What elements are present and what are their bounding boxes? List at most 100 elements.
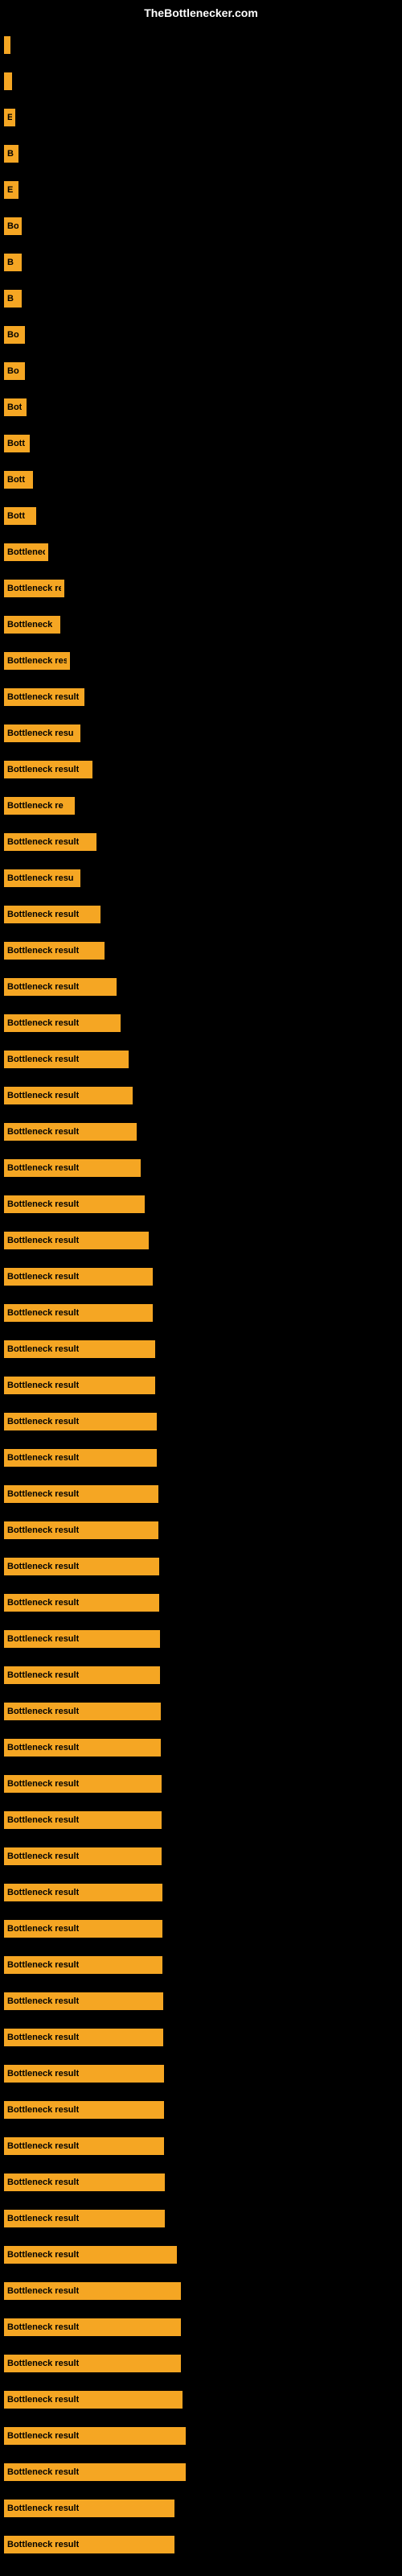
bar-label: E <box>7 113 12 122</box>
bar-item: Bottleneck result <box>4 2137 164 2155</box>
bar-item: Bott <box>4 471 33 489</box>
site-title: TheBottlenecker.com <box>144 6 258 19</box>
bar-item: Bottleneck result <box>4 2391 183 2409</box>
bar-label: Bot <box>7 402 22 412</box>
bar-item: Bottleneck result <box>4 978 117 996</box>
bar-item: Bottleneck result <box>4 1847 162 1865</box>
bar-label: Bottleneck result <box>7 2105 79 2115</box>
bar-label: Bottleneck result <box>7 1055 79 1064</box>
bar-label: Bottleneck result <box>7 1815 79 1825</box>
bar-label: Bottleneck result <box>7 1562 79 1571</box>
bar-label: Bottleneck result <box>7 2141 79 2151</box>
bar-label: Bottleneck result <box>7 1598 79 1608</box>
bar-item: Bottleneck result <box>4 1666 160 1684</box>
bar-item: Bottleneck result <box>4 2427 186 2445</box>
bar-item: Bottlenec <box>4 543 48 561</box>
bar-label: Bottleneck result <box>7 1308 79 1318</box>
bar-item: Bottleneck result <box>4 833 96 851</box>
bar-label: Bo <box>7 330 19 340</box>
bar-label: Bottleneck result <box>7 1018 79 1028</box>
bar-label: Bottleneck result <box>7 1525 79 1535</box>
bar-label: Bottleneck result <box>7 1996 79 2006</box>
bar-item: Bott <box>4 507 36 525</box>
bar-item: Bottleneck result <box>4 2500 174 2517</box>
bar-label: Bottleneck result <box>7 2069 79 2079</box>
bar-label: Bott <box>7 475 25 485</box>
bar-label: Bottleneck result <box>7 1924 79 1934</box>
bar-label: Bottleneck result <box>7 1779 79 1789</box>
bar-item: Bottleneck result <box>4 1449 157 1467</box>
bar-item: Bo <box>4 326 25 344</box>
bar-item <box>4 72 12 90</box>
bar-label: Bottleneck result <box>7 1272 79 1282</box>
bar-item: B <box>4 145 18 163</box>
bar-item: Bottleneck result <box>4 2029 163 2046</box>
bar-item: Bottleneck resu <box>4 724 80 742</box>
bar-label: Bottleneck result <box>7 2540 79 2549</box>
bar-label: E <box>7 185 13 195</box>
bar-item: Bottleneck result <box>4 1594 159 1612</box>
bar-label: Bottleneck result <box>7 1236 79 1245</box>
bar-label: Bottleneck <box>7 620 52 630</box>
bar-item: Bottleneck result <box>4 2282 181 2300</box>
bar-item: Bottleneck result <box>4 1703 161 1720</box>
bar-label: Bottleneck result <box>7 910 79 919</box>
bar-label: Bottleneck result <box>7 1199 79 1209</box>
bar-label: Bottleneck result <box>7 1670 79 1680</box>
bar-item: Bottleneck result <box>4 2246 177 2264</box>
bar-item: Bottleneck result <box>4 1521 158 1539</box>
bar-label: Bottleneck result <box>7 1489 79 1499</box>
bar-item: Bottleneck result <box>4 1413 157 1430</box>
bar-label: Bottleneck result <box>7 2178 79 2187</box>
bar-label: Bottleneck result <box>7 1417 79 1426</box>
bar-item: Bottleneck result <box>4 2355 181 2372</box>
bar-item: E <box>4 181 18 199</box>
bar-label: Bo <box>7 366 19 376</box>
bar-item: Bott <box>4 435 30 452</box>
bar-label: Bottleneck result <box>7 1344 79 1354</box>
bar-item: Bottleneck result <box>4 1195 145 1213</box>
bar-label: Bottleneck result <box>7 946 79 956</box>
bar-label: Bottleneck result <box>7 1960 79 1970</box>
bar-item: Bottleneck <box>4 616 60 634</box>
bar-item: Bottleneck result <box>4 2065 164 2083</box>
bar-label: Bottleneck result <box>7 982 79 992</box>
bar-item: Bottleneck result <box>4 1304 153 1322</box>
bar-item: Bottleneck result <box>4 1014 121 1032</box>
bar-item: Bottleneck result <box>4 1956 162 1974</box>
bar-label: Bottleneck result <box>7 2504 79 2513</box>
bar-item: Bottleneck result <box>4 1558 159 1575</box>
bar-label: Bottleneck result <box>7 2214 79 2223</box>
bar-item: Bottleneck resu <box>4 869 80 887</box>
bar-label: Bottleneck result <box>7 2286 79 2296</box>
bar-label: Bottleneck result <box>7 1381 79 1390</box>
bar-label: Bott <box>7 511 25 521</box>
bar-item: Bottleneck re <box>4 797 75 815</box>
bar-label: Bottleneck result <box>7 2431 79 2441</box>
bar-item: Bottleneck result <box>4 2463 186 2481</box>
bar-label: Bottleneck result <box>7 2322 79 2332</box>
bar-item: Bottleneck result <box>4 1159 141 1177</box>
bar-label: B <box>7 149 14 159</box>
bar-item: Bottleneck result <box>4 2536 174 2553</box>
bar-label: Bottleneck result <box>7 1091 79 1100</box>
bar-item: B <box>4 254 22 271</box>
bar-item: Bottleneck result <box>4 761 92 778</box>
bar-item: Bottleneck result <box>4 2318 181 2336</box>
bar-label: Bottleneck result <box>7 765 79 774</box>
bar-label: Bottleneck result <box>7 1127 79 1137</box>
bar-item: Bottleneck res <box>4 580 64 597</box>
bar-item: Bottleneck result <box>4 1087 133 1104</box>
bar-label: Bottleneck result <box>7 692 79 702</box>
bar-label: Bottleneck result <box>7 1707 79 1716</box>
bar-label: Bottleneck result <box>7 2467 79 2477</box>
bar-item: Bottleneck result <box>4 906 100 923</box>
bar-label: Bottleneck result <box>7 1888 79 1897</box>
bar-label: Bottleneck res <box>7 584 61 593</box>
bar-item: Bottleneck result <box>4 1485 158 1503</box>
bar-label: Bottleneck result <box>7 837 79 847</box>
bar-label: Bottleneck result <box>7 1743 79 1752</box>
bar-item: Bottleneck result <box>4 1377 155 1394</box>
bar-label: Bottleneck result <box>7 2250 79 2260</box>
bar-item: Bottleneck result <box>4 1268 153 1286</box>
